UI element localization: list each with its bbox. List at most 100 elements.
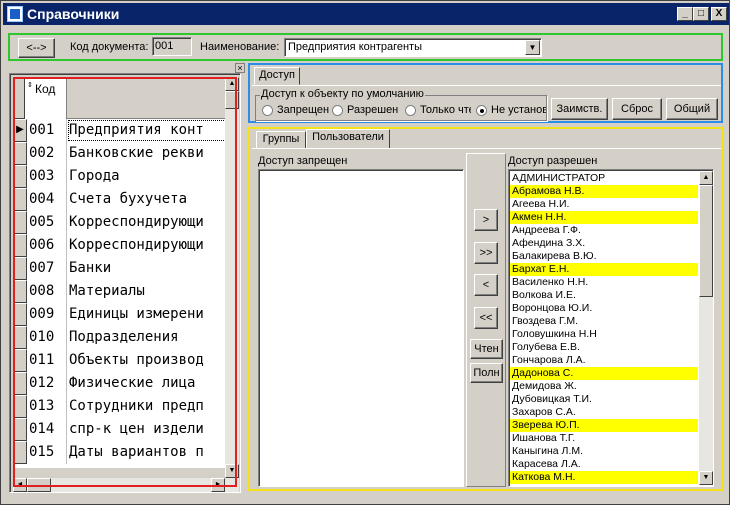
list-item[interactable]: Зверева Ю.П. [510, 419, 698, 432]
list-item[interactable]: Василенко Н.Н. [510, 276, 698, 289]
row-name[interactable]: Даты вариантов п [67, 441, 225, 464]
table-row[interactable]: 003 Города [13, 165, 225, 188]
row-code[interactable]: 005 [27, 211, 67, 234]
move-all-left-button[interactable]: << [474, 307, 498, 329]
list-item[interactable]: Воронцова Ю.И. [510, 302, 698, 315]
table-row[interactable]: 007 Банки [13, 257, 225, 280]
scroll-thumb[interactable] [225, 91, 239, 109]
radio-read-only[interactable] [405, 105, 416, 116]
row-name[interactable]: Корреспондирующи [67, 211, 225, 234]
scroll-right-icon[interactable]: ► [211, 478, 225, 492]
row-code[interactable]: 001 [27, 119, 67, 142]
row-indicator[interactable] [13, 234, 27, 257]
row-indicator[interactable] [13, 165, 27, 188]
list-item[interactable]: Ишанова Т.Г. [510, 432, 698, 445]
row-indicator[interactable] [13, 395, 27, 418]
scroll-left-icon[interactable]: ◄ [13, 478, 27, 492]
row-code[interactable]: 004 [27, 188, 67, 211]
allowed-list[interactable]: АДМИНИСТРАТОР Абрамова Н.В. Агеева Н.И. Акм… [508, 169, 714, 487]
list-item[interactable]: Агеева Н.И. [510, 198, 698, 211]
read-button[interactable]: Чтен [470, 339, 503, 359]
list-item[interactable]: Голубева Е.В. [510, 341, 698, 354]
grid-vertical-scrollbar[interactable]: ▲ ▼ [225, 77, 239, 478]
row-indicator[interactable] [13, 188, 27, 211]
allowed-scroll-down-icon[interactable]: ▼ [699, 471, 713, 485]
table-row[interactable]: 009 Единицы измерени [13, 303, 225, 326]
list-item[interactable]: Демидова Ж. [510, 380, 698, 393]
row-name[interactable]: Города [67, 165, 225, 188]
allowed-scrollbar[interactable]: ▲ ▼ [699, 171, 713, 485]
table-row[interactable]: 014 спр-к цен издели [13, 418, 225, 441]
code-column-header[interactable]: ⇕ Код [25, 77, 67, 119]
row-code[interactable]: 006 [27, 234, 67, 257]
row-indicator[interactable] [13, 349, 27, 372]
close-button[interactable]: X [711, 7, 727, 21]
list-item[interactable]: Каныгина Л.М. [510, 445, 698, 458]
reset-button[interactable]: Сброс [612, 98, 662, 120]
row-indicator[interactable] [13, 280, 27, 303]
list-item[interactable]: Волкова И.Е. [510, 289, 698, 302]
minimize-button[interactable]: _ [677, 7, 693, 21]
list-item[interactable]: Дадонова С. [510, 367, 698, 380]
table-row[interactable]: 013 Сотрудники предп [13, 395, 225, 418]
row-code[interactable]: 007 [27, 257, 67, 280]
full-button[interactable]: Полн [470, 363, 503, 383]
row-code[interactable]: 003 [27, 165, 67, 188]
table-row[interactable]: 010 Подразделения [13, 326, 225, 349]
table-row[interactable]: 011 Объекты производ [13, 349, 225, 372]
row-indicator[interactable] [13, 372, 27, 395]
grid-horizontal-scrollbar[interactable]: ◄ ► [13, 478, 239, 492]
name-combobox[interactable]: Предприятия контрагенты ▼ [284, 38, 542, 57]
allowed-scroll-up-icon[interactable]: ▲ [699, 171, 713, 185]
row-name[interactable]: Банковские рекви [67, 142, 225, 165]
move-right-button[interactable]: > [474, 209, 498, 231]
radio-denied[interactable] [262, 105, 273, 116]
table-row[interactable]: 005 Корреспондирующи [13, 211, 225, 234]
row-indicator[interactable] [13, 257, 27, 280]
radio-allowed[interactable] [332, 105, 343, 116]
row-indicator[interactable] [13, 441, 27, 464]
row-name[interactable]: Сотрудники предп [67, 395, 225, 418]
name-column-header[interactable] [67, 77, 225, 119]
row-code[interactable]: 002 [27, 142, 67, 165]
row-indicator[interactable] [13, 326, 27, 349]
list-item[interactable]: Карасева Л.А. [510, 458, 698, 471]
move-left-button[interactable]: < [474, 274, 498, 296]
chevron-down-icon[interactable]: ▼ [525, 40, 540, 55]
tab-users[interactable]: Пользователи [306, 129, 390, 149]
maximize-button[interactable]: □ [693, 7, 709, 21]
allowed-scroll-thumb[interactable] [699, 185, 713, 297]
table-row[interactable]: 006 Корреспондирующи [13, 234, 225, 257]
list-item[interactable]: АДМИНИСТРАТОР [510, 172, 698, 185]
row-code[interactable]: 010 [27, 326, 67, 349]
list-item[interactable]: Андреева Г.Ф. [510, 224, 698, 237]
move-all-right-button[interactable]: >> [474, 242, 498, 264]
row-name[interactable]: спр-к цен издели [67, 418, 225, 441]
table-row[interactable]: 002 Банковские рекви [13, 142, 225, 165]
row-code[interactable]: 013 [27, 395, 67, 418]
scroll-up-icon[interactable]: ▲ [225, 77, 239, 91]
nav-button[interactable]: <--> [18, 38, 55, 58]
row-name[interactable]: Предприятия конт [67, 119, 225, 142]
row-code[interactable]: 014 [27, 418, 67, 441]
denied-list[interactable] [258, 169, 464, 487]
row-code[interactable]: 011 [27, 349, 67, 372]
common-button[interactable]: Общий [666, 98, 718, 120]
list-item[interactable]: Абрамова Н.В. [510, 185, 698, 198]
table-row[interactable]: 012 Физические лица [13, 372, 225, 395]
row-name[interactable]: Банки [67, 257, 225, 280]
doc-code-field[interactable]: 001 [152, 37, 192, 56]
list-item[interactable]: Головушкина Н.Н [510, 328, 698, 341]
row-indicator[interactable] [13, 142, 27, 165]
row-indicator[interactable] [13, 418, 27, 441]
table-row[interactable]: 015 Даты вариантов п [13, 441, 225, 464]
row-code[interactable]: 008 [27, 280, 67, 303]
row-name[interactable]: Счета бухучета [67, 188, 225, 211]
list-item[interactable]: Гончарова Л.А. [510, 354, 698, 367]
grid-close-icon[interactable]: × [235, 63, 245, 73]
radio-not-set[interactable] [476, 105, 487, 116]
row-code[interactable]: 012 [27, 372, 67, 395]
tab-groups[interactable]: Группы [256, 131, 306, 149]
row-name[interactable]: Подразделения [67, 326, 225, 349]
list-item[interactable]: Гвоздева Г.М. [510, 315, 698, 328]
